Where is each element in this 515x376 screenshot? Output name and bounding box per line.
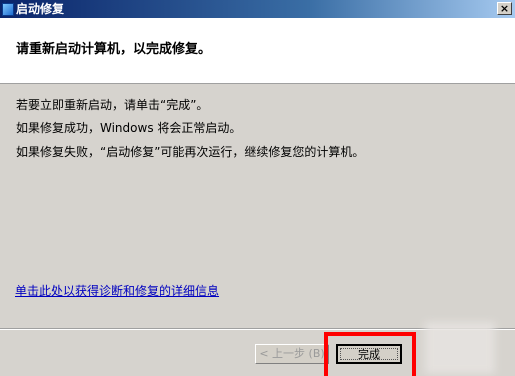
diagnostic-details-link[interactable]: 单击此处以获得诊断和修复的详细信息 [15,282,219,299]
back-button[interactable]: < 上一步 (B) [255,344,329,364]
instruction-success: 如果修复成功，Windows 将会正常启动。 [16,121,242,135]
page-title: 请重新启动计算机，以完成修复。 [16,42,212,57]
instruction-restart: 若要立即重新启动，请单击“完成”。 [16,98,209,112]
title-bar: 启动修复 × [0,0,515,18]
highlight-box [324,332,416,376]
startup-repair-icon [2,3,14,16]
window-title: 启动修复 [16,2,65,16]
header-panel: 请重新启动计算机，以完成修复。 [0,18,515,84]
blur-mark [425,322,495,374]
close-button[interactable]: × [497,2,512,15]
instruction-failure: 如果修复失败，“启动修复”可能再次运行，继续修复您的计算机。 [16,145,365,159]
